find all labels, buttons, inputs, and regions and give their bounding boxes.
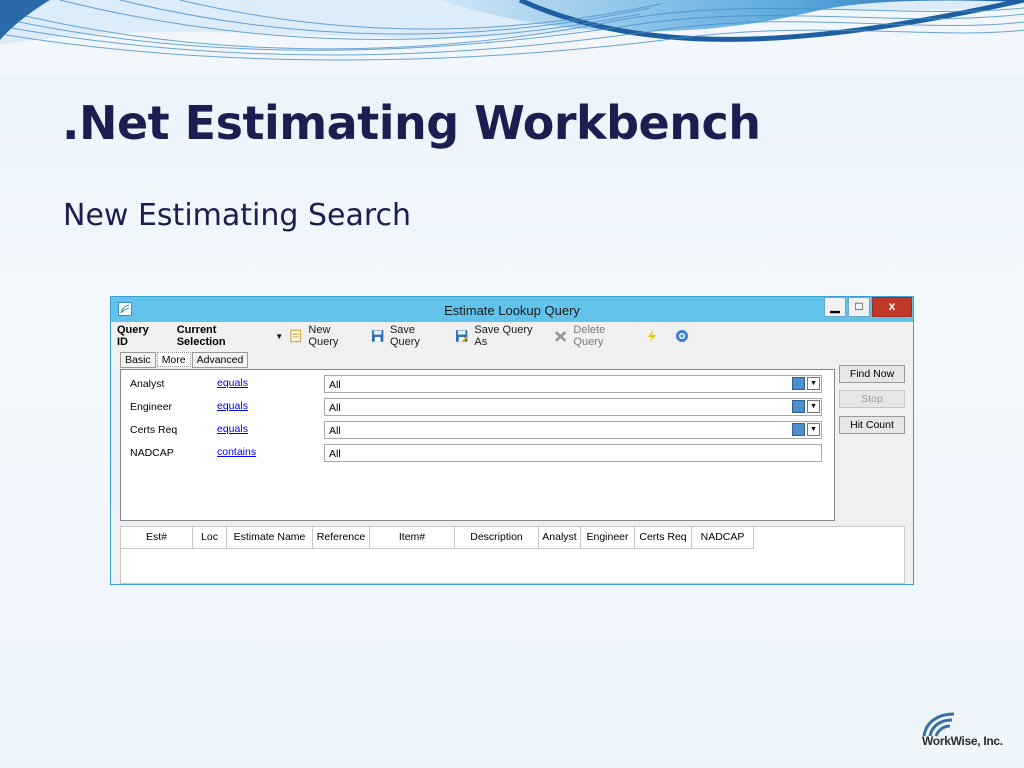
new-query-icon: [290, 329, 301, 343]
save-query-as-button[interactable]: Save Query As: [455, 324, 544, 348]
criteria-tabs: Basic More Advanced: [120, 352, 249, 368]
stop-button[interactable]: Stop: [839, 390, 905, 408]
tab-basic[interactable]: Basic: [120, 352, 156, 368]
grid-picker-icon[interactable]: [792, 377, 805, 390]
lightning-icon: [647, 330, 656, 342]
tab-advanced[interactable]: Advanced: [191, 352, 249, 368]
operator-link[interactable]: contains: [217, 446, 256, 458]
logo-text: WorkWise, Inc.: [922, 734, 1003, 748]
field-label: Engineer: [130, 401, 173, 413]
criteria-panel: Analyst equals All ▼ Engineer equals All: [120, 369, 835, 521]
find-now-button[interactable]: Find Now: [839, 365, 905, 383]
tab-more[interactable]: More: [156, 352, 191, 367]
criteria-row-nadcap: NADCAP contains All: [121, 444, 834, 464]
field-label: Certs Req: [130, 424, 178, 436]
grid-picker-icon[interactable]: [792, 400, 805, 413]
query-id-select[interactable]: Current Selection ▼: [177, 324, 283, 348]
operator-link[interactable]: equals: [217, 377, 248, 389]
grid-header: Est# Loc Estimate Name Reference Item# D…: [121, 527, 754, 549]
lightning-button[interactable]: [645, 329, 665, 343]
column-header[interactable]: Loc: [193, 527, 227, 549]
slide-subtitle: New Estimating Search: [63, 198, 412, 233]
minimize-button[interactable]: ▁: [824, 297, 846, 317]
help-button[interactable]: [675, 329, 695, 343]
query-id-value: Current Selection: [176, 324, 226, 348]
estimate-lookup-window: Estimate Lookup Query ▁ □ x Query ID Cur…: [110, 296, 914, 585]
column-header[interactable]: Item#: [370, 527, 455, 549]
chevron-down-icon[interactable]: ▼: [807, 423, 820, 436]
delete-icon: [555, 331, 567, 342]
dropdown-arrow-icon: ▼: [275, 331, 284, 341]
column-header[interactable]: Est#: [121, 527, 193, 549]
criteria-row-certs-req: Certs Req equals All ▼: [121, 421, 834, 441]
window-title: Estimate Lookup Query: [444, 303, 580, 318]
field-label: NADCAP: [130, 447, 174, 459]
new-query-button[interactable]: New Query: [289, 324, 361, 348]
operator-link[interactable]: equals: [217, 400, 248, 412]
maximize-button[interactable]: □: [848, 297, 870, 317]
save-query-button[interactable]: Save Query: [371, 324, 445, 348]
field-label: Analyst: [130, 378, 165, 390]
criteria-row-analyst: Analyst equals All ▼: [121, 375, 834, 395]
results-grid: Est# Loc Estimate Name Reference Item# D…: [120, 526, 905, 584]
column-header[interactable]: Reference: [313, 527, 370, 549]
query-toolbar: Query ID Current Selection ▼ New Query S…: [117, 324, 705, 348]
value-text: All: [329, 425, 341, 437]
engineer-value-input[interactable]: All ▼: [324, 398, 822, 416]
criteria-row-engineer: Engineer equals All ▼: [121, 398, 834, 418]
new-query-label: New Query: [308, 324, 339, 348]
value-text: All: [329, 379, 341, 391]
header-swoosh: [0, 0, 1024, 75]
value-text: All: [329, 402, 341, 414]
query-id-label: Query ID: [117, 324, 149, 348]
chevron-down-icon[interactable]: ▼: [807, 377, 820, 390]
column-header[interactable]: Estimate Name: [227, 527, 313, 549]
close-icon: x: [888, 299, 896, 313]
maximize-icon: □: [855, 299, 863, 313]
slide-title: .Net Estimating Workbench: [62, 96, 761, 150]
window-titlebar[interactable]: Estimate Lookup Query ▁ □ x: [111, 297, 913, 322]
delete-query-button[interactable]: Delete Query: [554, 324, 635, 348]
company-logo: WorkWise, Inc.: [918, 708, 1010, 756]
column-header[interactable]: Certs Req: [635, 527, 692, 549]
hit-count-button[interactable]: Hit Count: [839, 416, 905, 434]
save-icon: [371, 330, 384, 342]
column-header[interactable]: Description: [455, 527, 539, 549]
operator-link[interactable]: equals: [217, 423, 248, 435]
nadcap-value-input[interactable]: All: [324, 444, 822, 462]
chevron-down-icon[interactable]: ▼: [807, 400, 820, 413]
value-text: All: [329, 448, 341, 460]
column-header[interactable]: Engineer: [581, 527, 635, 549]
delete-query-label: Delete Query: [573, 324, 606, 348]
close-button[interactable]: x: [872, 297, 912, 317]
minimize-icon: ▁: [830, 299, 840, 313]
certs-req-value-input[interactable]: All ▼: [324, 421, 822, 439]
column-header[interactable]: Analyst: [539, 527, 581, 549]
save-query-as-label: Save Query As: [474, 324, 533, 348]
grid-picker-icon[interactable]: [792, 423, 805, 436]
analyst-value-input[interactable]: All ▼: [324, 375, 822, 393]
column-header[interactable]: NADCAP: [692, 527, 754, 549]
save-query-label: Save Query: [389, 324, 420, 348]
window-body: Query ID Current Selection ▼ New Query S…: [111, 322, 913, 584]
help-icon: [675, 330, 688, 342]
save-as-icon: [456, 330, 469, 343]
